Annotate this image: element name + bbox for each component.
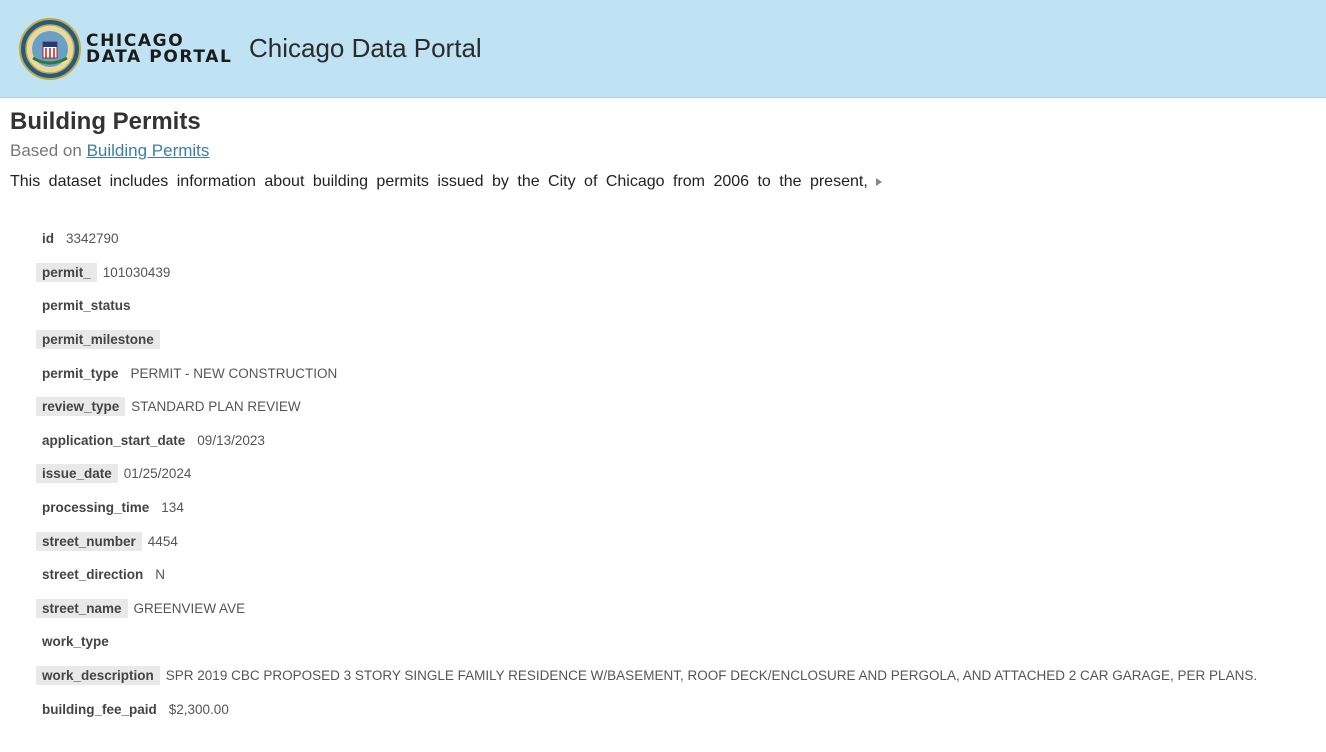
field-name: building_fee_paid (42, 701, 157, 717)
field-name: work_type (42, 634, 109, 650)
field-value: $2,300.00 (168, 701, 229, 717)
field-row-building-fee-paid: building_fee_paid $2,300.00 (36, 692, 1257, 726)
field-row-processing-time: processing_time 134 (36, 491, 1257, 525)
site-header: CHICAGO DATA PORTAL Chicago Data Portal (0, 0, 1326, 98)
field-value: PERMIT - NEW CONSTRUCTION (130, 365, 338, 381)
field-row-id: id 3342790 (36, 222, 1257, 256)
site-title[interactable]: Chicago Data Portal (249, 33, 482, 64)
field-row-issue-date: issue_date 01/25/2024 (36, 457, 1257, 491)
field-name: street_number (36, 531, 142, 551)
field-name: permit_status (42, 298, 131, 314)
field-value: 134 (161, 500, 184, 516)
field-row-permit-type: permit_type PERMIT - NEW CONSTRUCTION (36, 356, 1257, 390)
field-value: 101030439 (102, 264, 171, 280)
field-row-permit-status: permit_status (36, 289, 1257, 323)
field-row-review-type: review_type STANDARD PLAN REVIEW (36, 390, 1257, 424)
portal-logo-text[interactable]: CHICAGO DATA PORTAL (86, 33, 233, 67)
field-row-permit-milestone: permit_milestone (36, 323, 1257, 357)
city-seal-icon[interactable] (19, 18, 81, 80)
field-row-application-start-date: application_start_date 09/13/2023 (36, 424, 1257, 458)
field-value: 01/25/2024 (123, 466, 192, 482)
field-value: 4454 (147, 533, 178, 549)
logo-line-2: DATA PORTAL (86, 47, 233, 67)
field-value: SPR 2019 CBC PROPOSED 3 STORY SINGLE FAM… (165, 668, 1258, 684)
field-row-street-direction: street_direction N (36, 558, 1257, 592)
field-name: id (42, 231, 54, 247)
dataset-info: Building Permits Based on Building Permi… (10, 106, 1310, 194)
field-name: street_direction (42, 567, 144, 583)
expand-description-icon[interactable] (875, 177, 882, 186)
dataset-description: This dataset includes information about … (10, 170, 1310, 194)
field-value: GREENVIEW AVE (133, 600, 246, 616)
field-value: 3342790 (66, 231, 119, 247)
based-on-prefix: Based on (10, 141, 82, 160)
based-on-link[interactable]: Building Permits (87, 141, 210, 160)
based-on-line: Based on Building Permits (10, 138, 1310, 164)
field-name: application_start_date (42, 432, 186, 448)
field-name: processing_time (42, 500, 150, 516)
field-row-work-type: work_type (36, 625, 1257, 659)
field-row-street-name: street_name GREENVIEW AVE (36, 592, 1257, 626)
field-value: 09/13/2023 (197, 432, 265, 448)
field-name: permit_ (36, 262, 97, 282)
field-value: N (155, 567, 166, 583)
field-row-street-number: street_number 4454 (36, 524, 1257, 558)
field-row-permit: permit_ 101030439 (36, 256, 1257, 290)
field-name: street_name (36, 598, 128, 618)
field-row-work-description: work_description SPR 2019 CBC PROPOSED 3… (36, 659, 1257, 693)
field-name: issue_date (36, 464, 118, 484)
field-name: work_description (36, 666, 160, 686)
field-name: review_type (36, 397, 126, 417)
page-title: Building Permits (10, 108, 201, 135)
field-name: permit_milestone (36, 330, 160, 350)
field-value: STANDARD PLAN REVIEW (131, 399, 301, 415)
record-fields: id 3342790 permit_ 101030439 permit_stat… (36, 222, 1257, 726)
description-text: This dataset includes information about … (10, 173, 868, 190)
field-name: permit_type (42, 365, 119, 381)
